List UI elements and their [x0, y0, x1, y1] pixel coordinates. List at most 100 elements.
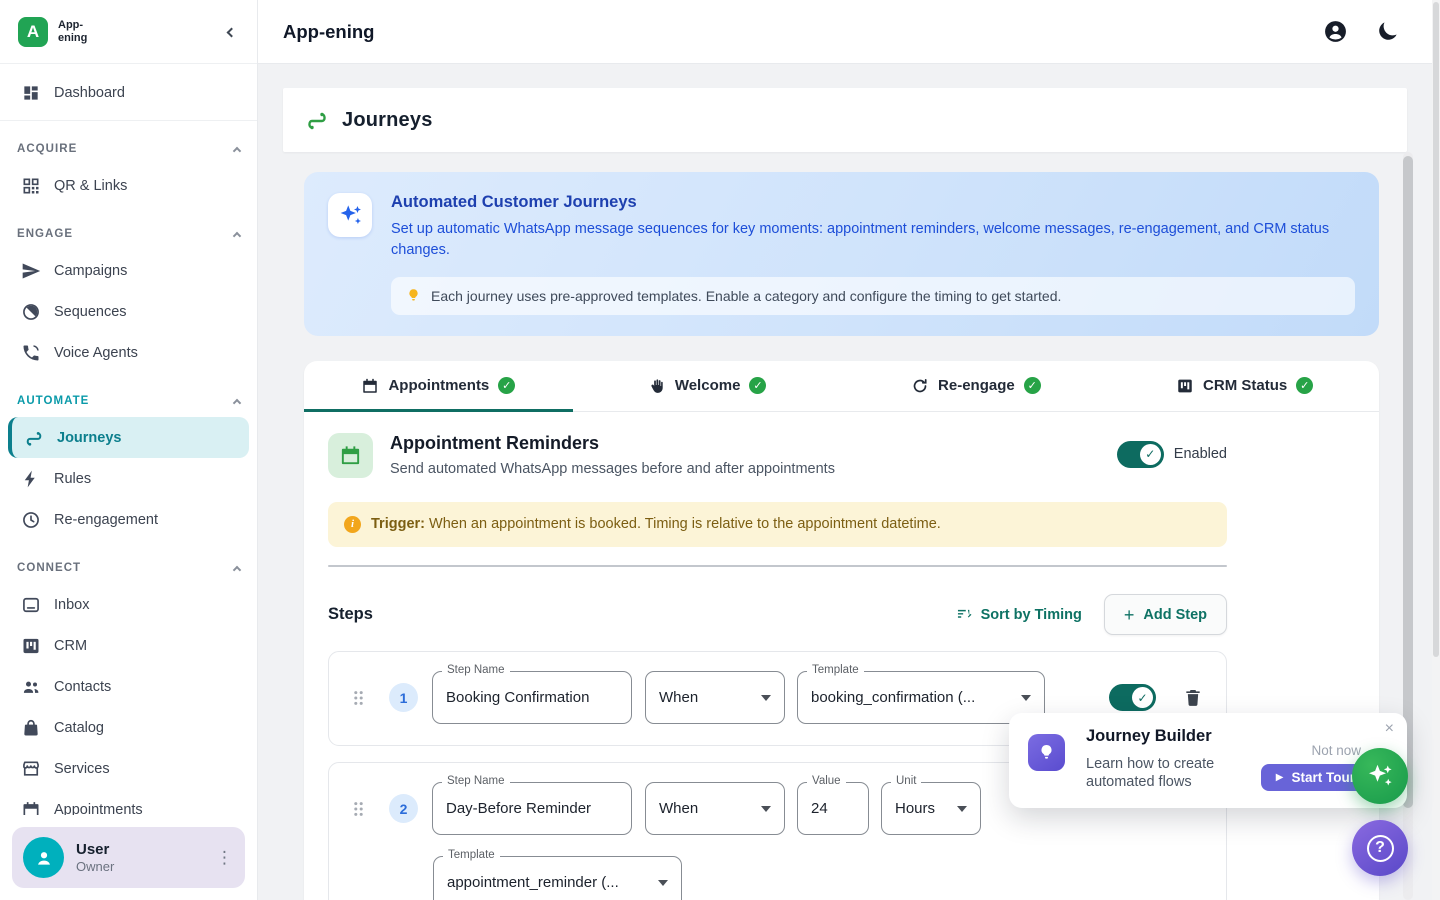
close-icon[interactable]: ×: [1385, 721, 1394, 737]
sparkles-badge: [328, 193, 372, 237]
account-button[interactable]: [1323, 19, 1348, 44]
check-badge-icon: ✓: [749, 377, 766, 394]
sequences-icon: [21, 302, 41, 322]
sidebar-item-rules[interactable]: Rules: [0, 458, 257, 499]
sidebar-section-connect[interactable]: CONNECT: [0, 552, 257, 584]
tab-crm-status[interactable]: CRM Status ✓: [1110, 361, 1379, 411]
step-name-input[interactable]: Step Name Day-Before Reminder: [432, 782, 632, 835]
toggle-label: Enabled: [1174, 446, 1227, 462]
people-icon: [21, 677, 41, 697]
field-value: When: [659, 689, 698, 706]
template-select[interactable]: Template appointment_reminder (...: [433, 856, 682, 900]
sidebar-item-campaigns[interactable]: Campaigns: [0, 250, 257, 291]
info-icon: i: [344, 516, 361, 533]
tab-label: Welcome: [675, 377, 741, 394]
sidebar-item-catalog[interactable]: Catalog: [0, 707, 257, 748]
sparkles-icon: [1365, 761, 1395, 791]
sidebar-item-label: Catalog: [54, 720, 104, 736]
sidebar-item-reengagement[interactable]: Re-engagement: [0, 499, 257, 540]
when-select[interactable]: When: [645, 782, 785, 835]
sidebar-item-sequences[interactable]: Sequences: [0, 291, 257, 332]
toggle-knob: ✓: [1132, 687, 1153, 708]
sidebar-item-crm[interactable]: CRM: [0, 625, 257, 666]
field-label: Template: [443, 849, 500, 861]
tab-appointments[interactable]: Appointments ✓: [304, 361, 573, 411]
tab-welcome[interactable]: Welcome ✓: [573, 361, 842, 411]
sidebar-item-dashboard[interactable]: Dashboard: [0, 72, 257, 113]
sidebar-section-engage[interactable]: ENGAGE: [0, 218, 257, 250]
lightbulb-icon: [1037, 743, 1056, 762]
journey-enabled-toggle[interactable]: ✓: [1117, 441, 1164, 468]
user-menu-button[interactable]: ⋮: [216, 848, 233, 868]
trigger-banner: i Trigger: When an appointment is booked…: [328, 502, 1227, 548]
sidebar-item-label: Journeys: [57, 430, 121, 446]
field-label: Unit: [891, 775, 921, 787]
qr-code-icon: [21, 176, 41, 196]
caret-down-icon: [658, 880, 668, 886]
unit-select[interactable]: Unit Hours: [881, 782, 981, 835]
send-icon: [21, 261, 41, 281]
value-input[interactable]: Value 24: [797, 782, 869, 835]
account-circle-icon: [1323, 19, 1348, 44]
journey-subtitle: Send automated WhatsApp messages before …: [390, 461, 835, 477]
field-value: booking_confirmation (...: [811, 689, 975, 706]
content-scrollbar-thumb[interactable]: [1403, 156, 1413, 808]
info-banner-body: Automated Customer Journeys Set up autom…: [391, 193, 1355, 315]
add-step-label: Add Step: [1143, 607, 1207, 623]
sidebar-item-journeys[interactable]: Journeys: [8, 417, 249, 458]
sidebar-item-label: Inbox: [54, 597, 89, 613]
drag-handle-icon[interactable]: [352, 800, 365, 818]
lightbulb-icon: [406, 288, 421, 303]
sidebar-header: A App- ening: [0, 0, 257, 64]
phone-icon: [21, 343, 41, 363]
info-banner-description: Set up automatic WhatsApp message sequen…: [391, 219, 1355, 262]
help-fab[interactable]: ?: [1352, 820, 1408, 876]
route-icon: [305, 108, 329, 132]
delete-step-button[interactable]: [1183, 687, 1203, 708]
tab-reengage[interactable]: Re-engage ✓: [842, 361, 1111, 411]
sidebar-nav: Dashboard ACQUIRE QR & Links ENGAGE Camp…: [0, 64, 257, 900]
inbox-icon: [21, 595, 41, 615]
template-select[interactable]: Template booking_confirmation (...: [797, 671, 1045, 724]
sidebar-item-inbox[interactable]: Inbox: [0, 584, 257, 625]
sidebar-item-services[interactable]: Services: [0, 748, 257, 789]
sidebar-section-automate[interactable]: AUTOMATE: [0, 385, 257, 417]
page-scrollbar-thumb[interactable]: [1433, 2, 1439, 657]
plus-icon: +: [1124, 606, 1135, 624]
bolt-icon: [21, 469, 41, 489]
storefront-icon: [21, 759, 41, 779]
sidebar-item-contacts[interactable]: Contacts: [0, 666, 257, 707]
toggle-knob: ✓: [1140, 444, 1161, 465]
user-card[interactable]: User Owner ⋮: [12, 827, 245, 888]
tab-label: CRM Status: [1203, 377, 1287, 394]
sort-label: Sort by Timing: [981, 607, 1082, 623]
lightbulb-badge: [1028, 734, 1065, 771]
drag-handle-icon[interactable]: [352, 689, 365, 707]
question-mark-icon: ?: [1367, 835, 1394, 862]
ai-assistant-fab[interactable]: [1352, 748, 1408, 804]
info-banner: Automated Customer Journeys Set up autom…: [304, 172, 1379, 336]
caret-down-icon: [957, 806, 967, 812]
add-step-button[interactable]: + Add Step: [1104, 594, 1227, 635]
field-label: Step Name: [442, 664, 510, 676]
not-now-button[interactable]: Not now: [1311, 743, 1361, 758]
sort-by-timing-button[interactable]: Sort by Timing: [956, 606, 1082, 623]
waving-hand-icon: [648, 377, 666, 395]
sidebar-item-voice-agents[interactable]: Voice Agents: [0, 332, 257, 373]
when-select[interactable]: When: [645, 671, 785, 724]
sidebar-item-label: Sequences: [54, 304, 127, 320]
shopping-bag-icon: [21, 718, 41, 738]
sidebar-item-label: Re-engagement: [54, 512, 158, 528]
steps-title: Steps: [328, 605, 373, 624]
trash-icon: [1183, 687, 1203, 708]
sidebar-section-acquire[interactable]: ACQUIRE: [0, 133, 257, 165]
sidebar-item-qr-links[interactable]: QR & Links: [0, 165, 257, 206]
topbar-title: App-ening: [283, 21, 374, 43]
step-enabled-toggle[interactable]: ✓: [1109, 684, 1156, 711]
dark-mode-button[interactable]: [1375, 19, 1400, 44]
sidebar-collapse-button[interactable]: [224, 19, 239, 45]
refresh-icon: [911, 377, 929, 395]
journey-builder-toast: × Journey Builder Learn how to create au…: [1009, 713, 1407, 808]
step-name-input[interactable]: Step Name Booking Confirmation: [432, 671, 632, 724]
sidebar-item-label: Services: [54, 761, 110, 777]
